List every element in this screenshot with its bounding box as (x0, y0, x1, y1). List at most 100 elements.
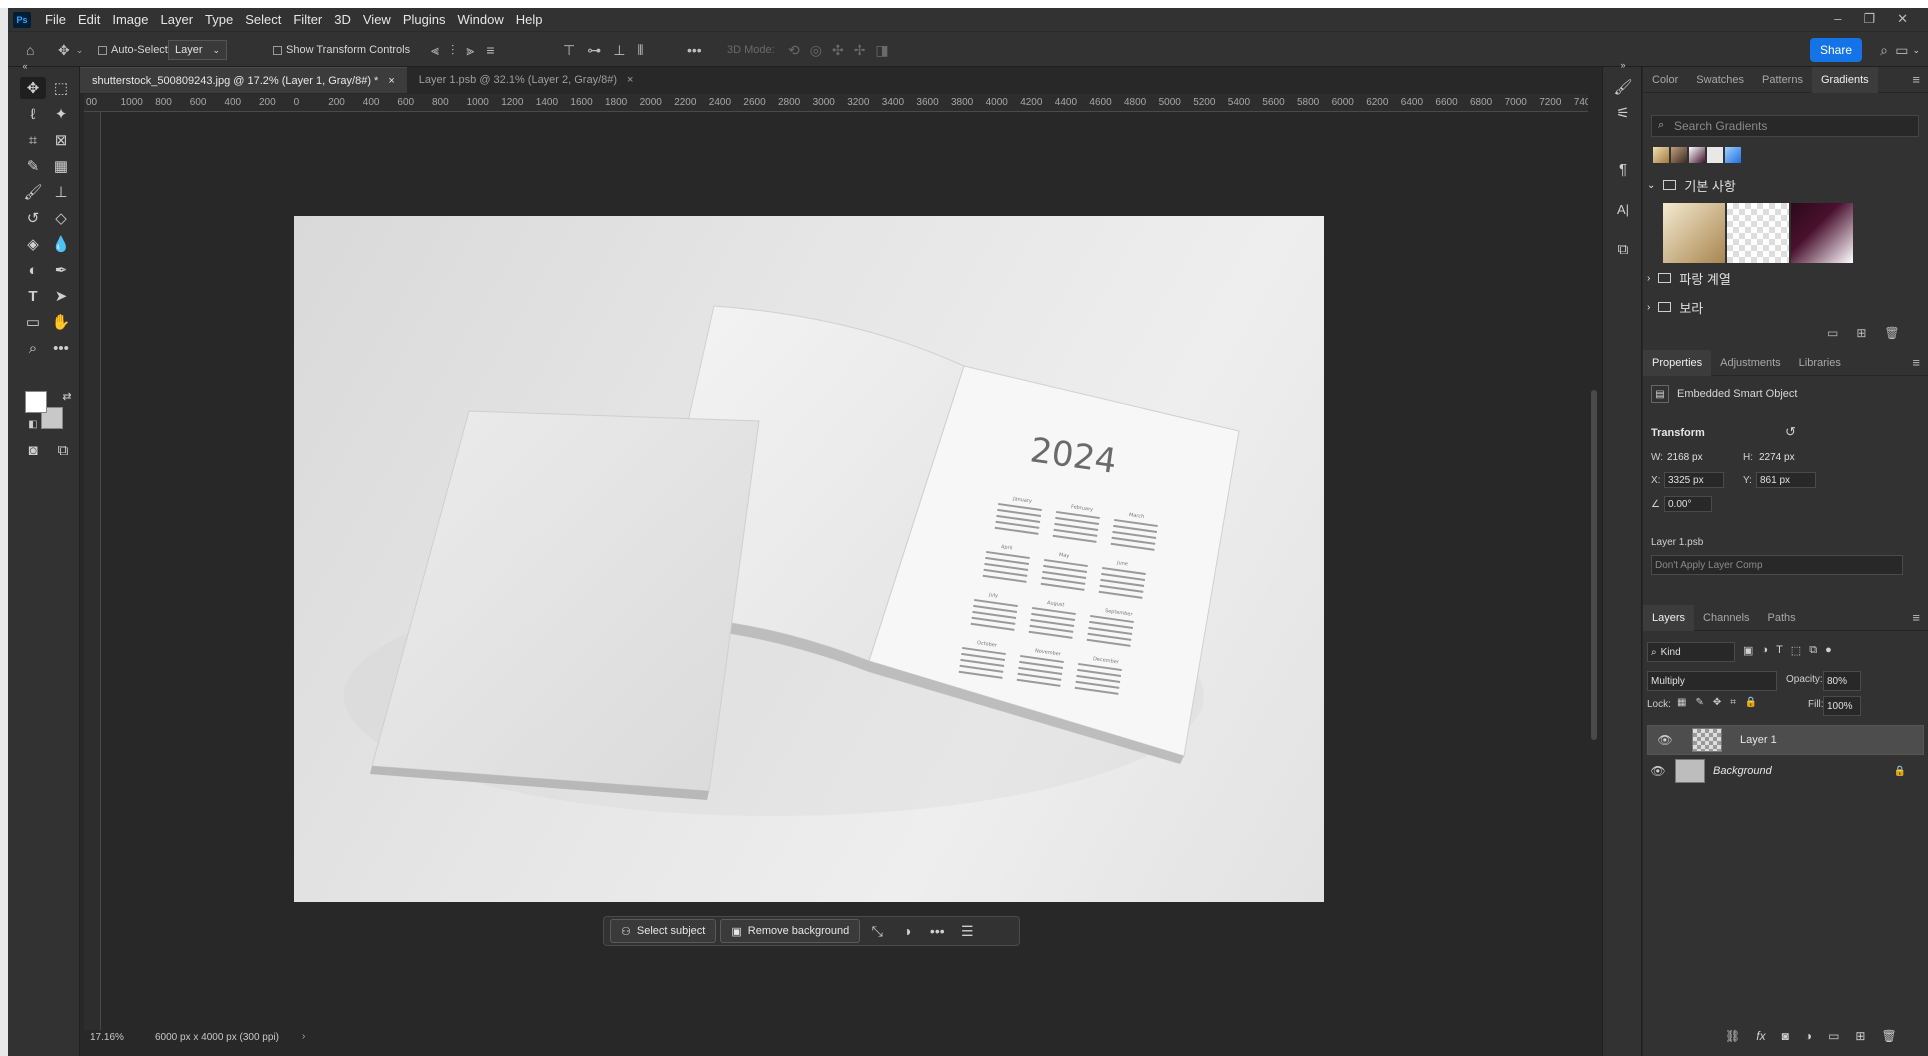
gradient-swatch[interactable] (1671, 147, 1687, 163)
new-folder-icon[interactable]: ▭ (1827, 326, 1838, 340)
marquee-tool-icon[interactable]: ⬚ (48, 77, 74, 99)
brush-settings-icon[interactable]: 🖌 (1613, 77, 1633, 97)
3d-roll-icon[interactable]: ◎ (810, 42, 822, 59)
align-top-icon[interactable]: ⊤ (563, 42, 575, 59)
tab-document-1[interactable]: shutterstock_500809243.jpg @ 17.2% (Laye… (80, 67, 407, 93)
new-group-icon[interactable]: ▭ (1828, 1029, 1839, 1043)
align-bottom-icon[interactable]: ⊥ (613, 42, 625, 59)
lock-icon[interactable]: 🔒 (1894, 766, 1906, 777)
tab-color[interactable]: Color (1643, 67, 1687, 93)
adjustment-icon[interactable]: ◑ (894, 923, 920, 939)
3d-slide-icon[interactable]: ✢ (854, 42, 866, 59)
add-mask-icon[interactable]: ◙ (1782, 1029, 1789, 1043)
gradient-swatch[interactable] (1727, 203, 1789, 263)
delete-icon[interactable]: 🗑 (1884, 326, 1899, 340)
layer-filter-kind-dropdown[interactable]: ⌕ Kind (1647, 642, 1735, 662)
paint-bucket-tool-icon[interactable]: ◈ (20, 233, 46, 255)
delete-layer-icon[interactable]: 🗑 (1881, 1029, 1896, 1043)
share-button[interactable]: Share (1810, 38, 1862, 62)
history-brush-tool-icon[interactable]: ↺ (20, 207, 46, 229)
adjustment-layer-icon[interactable]: ◑ (1805, 1029, 1812, 1043)
close-tab-icon[interactable]: × (627, 74, 633, 86)
photoshop-logo-icon[interactable]: Ps (13, 11, 31, 28)
x-position-field[interactable]: 3325 px (1664, 472, 1724, 488)
tab-adjustments[interactable]: Adjustments (1711, 350, 1790, 376)
3d-scale-icon[interactable]: ◨ (875, 42, 888, 59)
move-tool-icon[interactable]: ✥ (20, 77, 46, 99)
menu-edit[interactable]: Edit (78, 12, 100, 27)
eyedropper-tool-icon[interactable]: ✎ (20, 155, 46, 177)
gradient-swatch[interactable] (1663, 203, 1725, 263)
tab-paths[interactable]: Paths (1759, 605, 1805, 631)
filter-toggle-icon[interactable]: ● (1825, 644, 1832, 657)
link-layers-icon[interactable]: ⛓ (1725, 1029, 1740, 1043)
tab-document-2[interactable]: Layer 1.psb @ 32.1% (Layer 2, Gray/8#) × (407, 67, 646, 93)
more-tools-icon[interactable]: ••• (48, 337, 74, 359)
foreground-color-swatch[interactable] (25, 391, 47, 413)
tab-gradients[interactable]: Gradients (1811, 66, 1878, 93)
filter-smart-object-icon[interactable]: ⧉ (1809, 644, 1817, 657)
visibility-eye-icon[interactable]: 👁 (1654, 733, 1676, 747)
new-gradient-icon[interactable]: ⊞ (1856, 326, 1866, 340)
width-field[interactable]: 2168 px (1664, 449, 1720, 465)
remove-background-button[interactable]: ▣ Remove background (720, 919, 861, 943)
more-options-icon[interactable]: ••• (687, 32, 702, 68)
height-field[interactable]: 2274 px (1756, 449, 1812, 465)
panel-menu-icon[interactable]: ≡ (1912, 72, 1920, 87)
tab-libraries[interactable]: Libraries (1790, 350, 1850, 376)
search-icon[interactable]: ⌕ (1880, 32, 1888, 68)
gradients-search-input[interactable]: ⌕ Search Gradients (1651, 115, 1919, 137)
eraser-tool-icon[interactable]: ◇ (48, 207, 74, 229)
gradient-swatch[interactable] (1653, 147, 1669, 163)
glyphs-icon[interactable]: ⧉ (1613, 239, 1633, 259)
blur-tool-icon[interactable]: 💧 (48, 233, 74, 255)
3d-pan-icon[interactable]: ✣ (832, 42, 844, 59)
menu-layer[interactable]: Layer (161, 12, 194, 27)
type-tool-icon[interactable]: T (20, 285, 46, 307)
collapse-toolbar-icon[interactable]: « (12, 55, 38, 77)
tab-swatches[interactable]: Swatches (1687, 67, 1753, 93)
panel-menu-icon[interactable]: ≡ (1912, 355, 1920, 370)
lock-pixels-icon[interactable]: ✎ (1695, 697, 1703, 708)
swap-colors-icon[interactable]: ⇄ (54, 385, 80, 407)
transform-icon[interactable]: ⤡ (864, 923, 890, 940)
menu-select[interactable]: Select (245, 12, 281, 27)
settings-sliders-icon[interactable]: ☰ (954, 923, 980, 940)
brush-tool-icon[interactable]: 🖌 (20, 181, 46, 203)
gradient-folder-blues[interactable]: › 파랑 계열 (1647, 267, 1922, 289)
distribute-icon[interactable]: ≡ (486, 42, 494, 58)
menu-view[interactable]: View (363, 12, 391, 27)
align-center-icon[interactable]: ⫶ (451, 42, 455, 59)
3d-orbit-icon[interactable]: ⟲ (788, 42, 800, 59)
menu-filter[interactable]: Filter (293, 12, 322, 27)
status-menu-icon[interactable]: › (302, 1031, 305, 1042)
fx-icon[interactable]: fx (1756, 1029, 1765, 1043)
vertical-scroll-thumb[interactable] (1591, 390, 1597, 740)
vertical-scrollbar[interactable] (1588, 94, 1600, 1030)
reset-transform-icon[interactable]: ↺ (1785, 424, 1796, 440)
visibility-eye-icon[interactable]: 👁 (1647, 764, 1669, 778)
rectangle-tool-icon[interactable]: ▭ (20, 311, 46, 333)
y-position-field[interactable]: 861 px (1756, 472, 1816, 488)
brush-presets-icon[interactable]: ⚟ (1613, 103, 1633, 123)
gradient-swatch[interactable] (1791, 203, 1853, 263)
select-subject-button[interactable]: ⚇ Select subject (610, 919, 717, 943)
pen-tool-icon[interactable]: ✒ (48, 259, 74, 281)
minimize-icon[interactable]: – (1834, 11, 1841, 27)
layer-row-layer-1[interactable]: 👁 Layer 1 (1647, 725, 1924, 755)
move-tool-preset-icon[interactable]: ✥ ⌄ (58, 32, 83, 68)
menu-image[interactable]: Image (112, 12, 148, 27)
align-middle-icon[interactable]: ⊶ (587, 42, 601, 59)
close-tab-icon[interactable]: × (388, 75, 394, 87)
restore-icon[interactable]: ❐ (1863, 11, 1875, 27)
lock-all-icon[interactable]: 🔒 (1745, 697, 1757, 708)
character-icon[interactable]: A| (1613, 199, 1633, 219)
quick-mask-icon[interactable]: ◙ (20, 439, 46, 461)
opacity-field[interactable]: 80% (1823, 671, 1861, 691)
gradient-swatch[interactable] (1725, 147, 1741, 163)
paragraph-icon[interactable]: ¶ (1613, 159, 1633, 179)
blend-mode-dropdown[interactable]: Multiply (1647, 671, 1777, 691)
filter-adjustment-icon[interactable]: ◑ (1761, 644, 1768, 657)
angle-field[interactable]: 0.00° (1664, 496, 1712, 512)
healing-brush-tool-icon[interactable]: ▦ (48, 155, 74, 177)
